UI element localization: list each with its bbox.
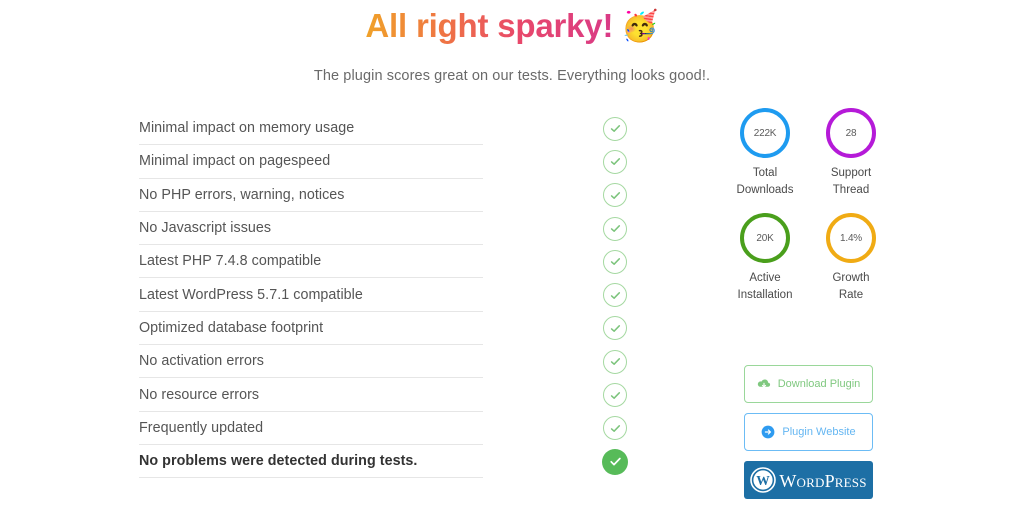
- summary-label: No problems were detected during tests.: [139, 453, 418, 470]
- list-item: No resource errors: [139, 378, 483, 412]
- total-downloads-value: 222K: [753, 127, 777, 139]
- check-label: Minimal impact on pagespeed: [139, 153, 331, 170]
- total-downloads-ring: 222K: [740, 108, 790, 158]
- mark-row: [598, 245, 632, 278]
- plugin-website-label: Plugin Website: [782, 426, 856, 438]
- check-circle-filled-icon: [602, 448, 628, 475]
- stat-label-line1: Growth: [832, 272, 870, 284]
- mark-row: [598, 179, 632, 212]
- check-label: Latest PHP 7.4.8 compatible: [139, 253, 322, 270]
- growth-rate-ring: 1.4%: [826, 213, 876, 263]
- list-item: Latest PHP 7.4.8 compatible: [139, 245, 483, 279]
- list-item: Minimal impact on memory usage: [139, 112, 483, 146]
- arrow-circle-right-icon: [761, 425, 775, 439]
- mark-row: [598, 145, 632, 178]
- plugin-stats-panel: 222K Total Downloads 28 Support Thread 2…: [722, 108, 894, 318]
- check-circle-icon: [603, 216, 627, 241]
- partying-face-emoji: 🥳: [621, 10, 659, 43]
- stat-growth-rate: 1.4% Growth Rate: [808, 213, 894, 304]
- mark-row: [598, 312, 632, 345]
- download-plugin-button[interactable]: Download Plugin: [744, 365, 873, 403]
- check-label: Frequently updated: [139, 419, 264, 436]
- mark-row: [598, 412, 632, 445]
- active-installation-ring: 20K: [740, 213, 790, 263]
- plugin-test-results-page: All right sparky! 🥳 The plugin scores gr…: [0, 0, 1024, 517]
- check-label: No PHP errors, warning, notices: [139, 186, 345, 203]
- support-thread-value: 28: [845, 127, 857, 139]
- action-buttons: Download Plugin Plugin Website W WordPre…: [744, 365, 873, 499]
- check-label: Latest WordPress 5.7.1 compatible: [139, 286, 363, 303]
- support-thread-label: Support Thread: [808, 165, 894, 199]
- page-subtitle: The plugin scores great on our tests. Ev…: [313, 68, 711, 84]
- mark-row: [598, 112, 632, 145]
- check-label: No resource errors: [139, 386, 260, 403]
- check-circle-icon: [603, 116, 627, 141]
- mark-row: [598, 345, 632, 378]
- title-row: All right sparky! 🥳: [0, 4, 1024, 48]
- check-label: No Javascript issues: [139, 220, 272, 237]
- check-circle-icon: [603, 349, 627, 374]
- check-label: Minimal impact on memory usage: [139, 120, 355, 137]
- mark-row: [598, 445, 632, 478]
- support-thread-ring: 28: [826, 108, 876, 158]
- check-label: Optimized database footprint: [139, 319, 324, 336]
- growth-rate-label: Growth Rate: [808, 270, 894, 304]
- check-status-column: [598, 112, 632, 478]
- check-circle-icon: [603, 183, 627, 208]
- stat-label-line2: Downloads: [736, 184, 794, 196]
- check-circle-icon: [603, 416, 627, 441]
- list-item: Optimized database footprint: [139, 312, 483, 346]
- check-circle-icon: [603, 283, 627, 308]
- plugin-website-button[interactable]: Plugin Website: [744, 413, 873, 451]
- list-item: Frequently updated: [139, 412, 483, 445]
- total-downloads-label: Total Downloads: [722, 165, 808, 199]
- check-circle-icon: [603, 316, 627, 341]
- check-circle-icon: [603, 249, 627, 274]
- mark-row: [598, 378, 632, 411]
- list-item: Latest WordPress 5.7.1 compatible: [139, 278, 483, 312]
- stats-grid: 222K Total Downloads 28 Support Thread 2…: [722, 108, 894, 318]
- stat-support-thread: 28 Support Thread: [808, 108, 894, 199]
- page-header: All right sparky! 🥳 The plugin scores gr…: [0, 0, 1024, 84]
- stat-label-line2: Rate: [838, 289, 864, 301]
- wordpress-wordmark: WordPress: [779, 471, 867, 491]
- wordpress-banner[interactable]: W WordPress: [744, 461, 873, 499]
- download-plugin-label: Download Plugin: [777, 378, 861, 390]
- check-circle-icon: [603, 149, 627, 174]
- test-checklist: Minimal impact on memory usage Minimal i…: [139, 112, 483, 479]
- active-installation-value: 20K: [756, 232, 774, 244]
- stat-active-installation: 20K Active Installation: [722, 213, 808, 304]
- stat-label-line1: Support: [830, 167, 872, 179]
- check-circle-icon: [603, 383, 627, 408]
- check-label: No activation errors: [139, 353, 264, 370]
- svg-text:W: W: [757, 473, 771, 488]
- mark-row: [598, 278, 632, 311]
- wordpress-logo-icon: W: [750, 467, 777, 493]
- mark-row: [598, 212, 632, 245]
- stat-label-line2: Installation: [737, 289, 793, 301]
- stat-label-line1: Active: [749, 272, 781, 284]
- growth-rate-value: 1.4%: [840, 232, 862, 244]
- active-installation-label: Active Installation: [722, 270, 808, 304]
- page-title: All right sparky!: [365, 7, 614, 44]
- list-item: No Javascript issues: [139, 212, 483, 246]
- list-item: Minimal impact on pagespeed: [139, 145, 483, 179]
- list-item: No PHP errors, warning, notices: [139, 179, 483, 212]
- stat-label-line2: Thread: [832, 184, 870, 196]
- stat-label-line1: Total: [752, 167, 778, 179]
- stat-total-downloads: 222K Total Downloads: [722, 108, 808, 199]
- summary-row: No problems were detected during tests.: [139, 445, 483, 479]
- list-item: No activation errors: [139, 345, 483, 379]
- cloud-download-icon: [757, 378, 771, 390]
